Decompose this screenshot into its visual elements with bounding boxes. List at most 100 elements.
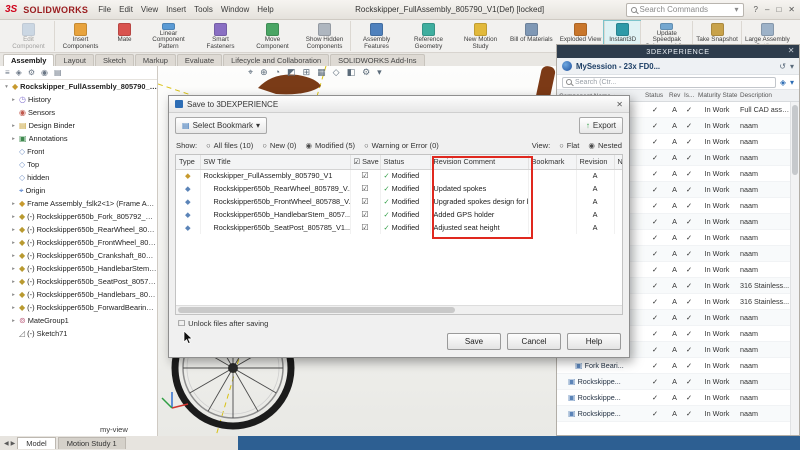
commandmanager-tab[interactable]: Evaluate: [177, 54, 222, 66]
column-header[interactable]: Status: [380, 155, 430, 169]
panel-column-header[interactable]: Status: [643, 92, 667, 99]
document-tab[interactable]: Motion Study 1: [58, 437, 126, 449]
tree-item[interactable]: ◉ Sensors: [0, 106, 157, 119]
tree-item[interactable]: ▸ ◆ (-) Rockskipper650b_HandlebarStem_80…: [0, 262, 157, 275]
panel-column-header[interactable]: Rev: [667, 92, 682, 99]
column-header[interactable]: Type: [176, 155, 200, 169]
dialog-titlebar[interactable]: Save to 3DEXPERIENCE ✕: [169, 96, 629, 113]
chevron-down-icon[interactable]: ▾: [377, 67, 382, 78]
table-row[interactable]: ◆ Rockskipper650b_SeatPost_805785_V1... …: [176, 221, 623, 234]
expand-arrow-icon[interactable]: ▸: [10, 240, 17, 246]
expand-arrow-icon[interactable]: ▸: [10, 318, 17, 324]
chevron-down-icon[interactable]: ▾: [735, 5, 739, 14]
column-header[interactable]: ☑ Save: [350, 155, 380, 169]
expand-arrow-icon[interactable]: ▾: [3, 84, 10, 90]
save-checkbox[interactable]: ☑: [350, 182, 380, 195]
tree-item[interactable]: ▸ ◆ (-) Rockskipper650b_Handlebars_80578…: [0, 288, 157, 301]
tree-item[interactable]: ▸ ◆ (-) Rockskipper650b_Fork_805792_V1_f…: [0, 210, 157, 223]
expand-arrow-icon[interactable]: ▸: [10, 279, 17, 285]
select-bookmark-button[interactable]: ▤ Select Bookmark ▾: [175, 117, 267, 134]
expand-arrow-icon[interactable]: ▸: [10, 292, 17, 298]
save-checkbox[interactable]: ☑: [350, 169, 380, 182]
tree-item[interactable]: ◿ (-) Sketch71: [0, 327, 157, 340]
column-header[interactable]: New Revision: [614, 155, 623, 169]
filter-radio[interactable]: ○ Warning or Error (0): [364, 141, 439, 150]
table-row[interactable]: ◆ Rockskipper_FullAssembly_805790_V1 ☑ ✓…: [176, 169, 623, 182]
ribbon-button[interactable]: New Motion Study: [454, 21, 506, 51]
revision-comment[interactable]: Updated spokes: [430, 182, 528, 195]
revision-comment[interactable]: Added GPS holder: [430, 208, 528, 221]
restore-button[interactable]: □: [776, 5, 781, 14]
previous-view-icon[interactable]: ◔: [275, 67, 280, 78]
menu-item[interactable]: File: [98, 5, 111, 14]
configurationmanager-tab-icon[interactable]: ⚙: [28, 68, 35, 77]
column-header[interactable]: Revision: [576, 155, 614, 169]
tree-item[interactable]: ▸ ⊚ MateGroup1: [0, 314, 157, 327]
component-row[interactable]: ▣ Rockskippe... ✓ A ✓ In Work naam: [557, 374, 790, 390]
ribbon-button[interactable]: Assembly Features: [350, 21, 402, 51]
horizontal-scrollbar[interactable]: [176, 305, 622, 314]
save-checkbox[interactable]: ☑: [350, 195, 380, 208]
ribbon-button[interactable]: Edit Component: [2, 21, 54, 51]
menu-item[interactable]: Window: [221, 5, 249, 14]
filter-radio[interactable]: ◉ Modified (5): [305, 141, 355, 150]
commandmanager-tab[interactable]: Markup: [135, 54, 176, 66]
panel-column-header[interactable]: Maturity State: [696, 92, 738, 99]
ribbon-button[interactable]: Reference Geometry: [402, 21, 454, 51]
menu-item[interactable]: Tools: [194, 5, 213, 14]
tree-item[interactable]: ▸ ◆ (-) Rockskipper650b_RearWheel_805789…: [0, 223, 157, 236]
tree-item[interactable]: ▸ ◷ History: [0, 93, 157, 106]
column-header[interactable]: Revision Comment: [430, 155, 528, 169]
tree-item[interactable]: ▸ ▤ Design Binder: [0, 119, 157, 132]
table-row[interactable]: ◆ Rockskipper650b_HandlebarStem_8057... …: [176, 208, 623, 221]
help-icon[interactable]: ?: [754, 5, 758, 14]
menu-item[interactable]: View: [141, 5, 158, 14]
table-row[interactable]: ◆ Rockskipper650b_RearWheel_805789_V... …: [176, 182, 623, 195]
tree-item[interactable]: ▸ ◆ Frame Assembly_fslk2<1> (Frame Asse.…: [0, 197, 157, 210]
expand-arrow-icon[interactable]: ▸: [10, 123, 17, 129]
close-button[interactable]: ✕: [788, 5, 795, 14]
expand-arrow-icon[interactable]: ▸: [10, 253, 17, 259]
menu-item[interactable]: Help: [257, 5, 273, 14]
column-header[interactable]: SW Title: [200, 155, 350, 169]
component-row[interactable]: ▣ Fork Beari... ✓ A ✓ In Work naam: [557, 358, 790, 374]
propertymanager-tab-icon[interactable]: ◈: [16, 68, 22, 77]
chevron-down-icon[interactable]: ▾: [790, 78, 794, 87]
tree-item[interactable]: ▾ ◆ Rockskipper_FullAssembly_805790_V1 (…: [0, 80, 157, 93]
featuremanager-tab-icon[interactable]: ≡: [5, 68, 10, 77]
tree-item[interactable]: ▸ ◆ (-) Rockskipper650b_Crankshaft_80578…: [0, 249, 157, 262]
panel-menu-icon[interactable]: ▾: [790, 62, 794, 71]
save-checkbox[interactable]: ☑: [350, 221, 380, 234]
displaymanager-tab-icon[interactable]: ▤: [54, 68, 62, 77]
revision-comment[interactable]: Upgraded spokes design for bett...: [430, 195, 528, 208]
filter-radio[interactable]: ○ New (0): [262, 141, 296, 150]
expand-arrow-icon[interactable]: ▸: [10, 97, 17, 103]
tree-item[interactable]: ◇ Top: [0, 158, 157, 171]
ribbon-button[interactable]: Insert Components: [54, 21, 106, 51]
new-revision-checkbox[interactable]: ☐: [614, 195, 623, 208]
tab-scroll-right-icon[interactable]: ▶: [11, 440, 16, 447]
table-row[interactable]: ◆ Rockskipper650b_FrontWheel_805788_V...…: [176, 195, 623, 208]
tag-icon[interactable]: ◈: [780, 78, 786, 87]
commandmanager-tab[interactable]: Layout: [55, 54, 94, 66]
tree-item[interactable]: ⌖ Origin: [0, 184, 157, 197]
save-button[interactable]: Save: [447, 333, 501, 350]
expand-arrow-icon[interactable]: ▸: [10, 227, 17, 233]
ribbon-button[interactable]: Show Hidden Components: [298, 21, 350, 51]
help-button[interactable]: Help: [567, 333, 621, 350]
zoom-fit-icon[interactable]: ⌖: [248, 67, 253, 78]
expand-arrow-icon[interactable]: ▸: [10, 266, 17, 272]
ribbon-button[interactable]: Move Component: [246, 21, 298, 51]
unlock-files-checkbox[interactable]: ☐ Unlock files after saving: [178, 319, 268, 328]
export-button[interactable]: ↑ Export: [579, 117, 623, 134]
expand-arrow-icon[interactable]: ▸: [10, 201, 17, 207]
new-revision-checkbox[interactable]: ☐: [614, 208, 623, 221]
appearance-icon[interactable]: ◧: [347, 67, 356, 78]
ribbon-button[interactable]: Linear Component Pattern: [142, 21, 194, 51]
panel-column-header[interactable]: Description: [738, 92, 790, 99]
view-radio[interactable]: ◉ Nested: [588, 141, 622, 150]
minimize-button[interactable]: –: [765, 5, 769, 14]
tab-scroll-left-icon[interactable]: ◀: [4, 440, 9, 447]
panel-search-input[interactable]: Search (Ctr...: [562, 77, 776, 88]
commandmanager-tab[interactable]: SOLIDWORKS Add-Ins: [330, 54, 424, 66]
